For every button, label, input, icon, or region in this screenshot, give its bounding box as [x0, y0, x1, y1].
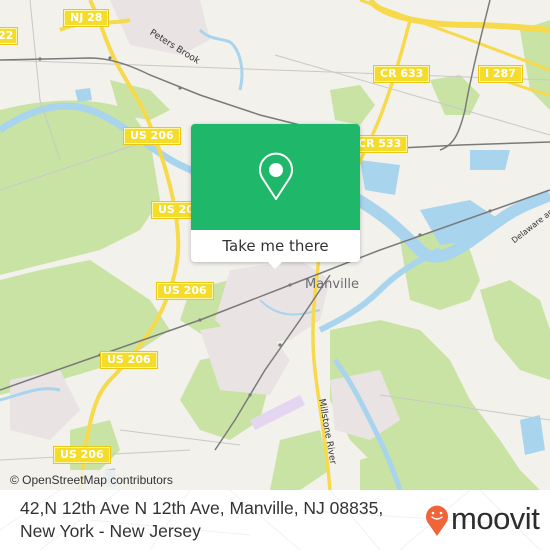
- road-shield-us206: US 206: [53, 446, 111, 464]
- road-shield-us22: 22: [0, 27, 19, 45]
- road-shield-nj28: NJ 28: [62, 9, 110, 27]
- moovit-pin-icon: [426, 505, 448, 536]
- road-shield-cr533: CR 533: [350, 135, 409, 153]
- popup-pointer: [267, 261, 283, 269]
- road-shield-us206: US 206: [100, 351, 158, 369]
- location-popup: Take me there: [191, 124, 360, 269]
- address-text: 42,N 12th Ave N 12th Ave, Manville, NJ 0…: [20, 498, 384, 541]
- location-pin-icon: [259, 152, 293, 200]
- popup-header: [191, 124, 360, 230]
- road-shield-us206: US 206: [123, 127, 181, 145]
- road-shield-i287: I 287: [478, 65, 523, 83]
- map-attribution[interactable]: © OpenStreetMap contributors: [0, 470, 181, 490]
- road-shield-us206: US 206: [156, 282, 214, 300]
- take-me-there-button[interactable]: Take me there: [191, 230, 360, 262]
- map[interactable]: NJ 28 22 US 206 US 206 US 206 US 206 US …: [0, 0, 550, 490]
- footer: 42,N 12th Ave N 12th Ave, Manville, NJ 0…: [0, 490, 550, 550]
- town-label-manville: Manville: [305, 277, 359, 292]
- moovit-wordmark: moovit: [451, 501, 540, 536]
- road-shield-cr633: CR 633: [372, 65, 431, 83]
- moovit-logo[interactable]: moovit: [425, 500, 540, 538]
